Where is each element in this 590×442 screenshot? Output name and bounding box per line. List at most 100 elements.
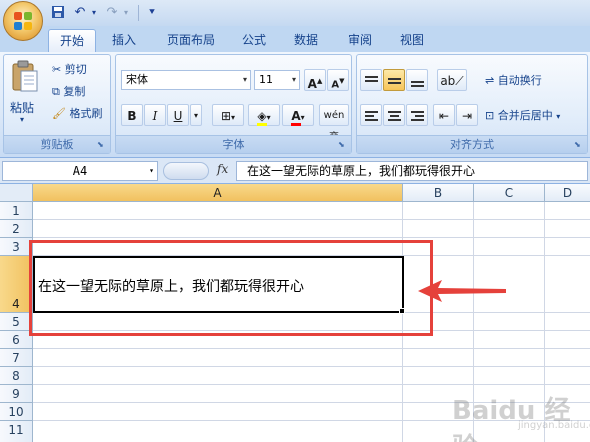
formula-bar-splitter[interactable] [163, 162, 209, 180]
clipboard-group-label: 剪贴板 [4, 135, 110, 153]
merge-center-dropdown-icon: ▾ [556, 112, 561, 121]
wrap-text-icon: ⇌ [485, 74, 495, 87]
paintbrush-icon: 🖌 [52, 107, 66, 120]
font-family-select[interactable]: 宋体 ▾ [121, 70, 251, 90]
align-left-button[interactable] [360, 104, 382, 126]
clipboard-group: 粘贴 ▾ ✂ 剪切 ⧉ 复制 🖌 格式刷 剪贴板 ⬊ [3, 54, 111, 154]
paste-button[interactable]: 粘贴 ▾ [10, 59, 42, 131]
paste-dropdown-icon: ▾ [20, 115, 25, 124]
borders-button[interactable]: ⊞▾ [212, 104, 244, 126]
align-center-button[interactable] [383, 104, 405, 126]
gridline [33, 366, 590, 367]
phonetic-button[interactable]: wén 变 [319, 104, 349, 143]
font-color-dropdown-icon: ▾ [300, 113, 305, 122]
row-header-1[interactable]: 1 [0, 202, 33, 220]
qat-separator [138, 5, 139, 21]
font-size-value: 11 [259, 73, 273, 86]
copy-button[interactable]: ⧉ 复制 [52, 83, 85, 99]
name-box-dropdown-icon: ▾ [149, 166, 154, 175]
paste-label: 粘贴 [10, 101, 35, 115]
format-painter-label: 格式刷 [69, 107, 103, 120]
insert-function-button[interactable]: fx [217, 162, 228, 176]
copy-icon: ⧉ [52, 85, 60, 98]
gridline [33, 384, 590, 385]
underline-dropdown-icon[interactable]: ▾ [190, 104, 202, 126]
tab-insert[interactable]: 插入 [102, 29, 146, 52]
shrink-font-button[interactable]: A▼ [327, 69, 349, 91]
grow-font-button[interactable]: A▲ [304, 69, 326, 91]
column-header-d[interactable]: D [545, 184, 590, 202]
decrease-indent-button[interactable]: ⇤ [433, 104, 455, 126]
office-logo-icon [14, 12, 34, 32]
cut-label: 剪切 [64, 63, 87, 76]
align-top-button[interactable] [360, 69, 382, 91]
column-header-c[interactable]: C [474, 184, 545, 202]
tab-page-layout[interactable]: 页面布局 [156, 29, 226, 52]
row-header-8[interactable]: 8 [0, 367, 33, 385]
align-right-button[interactable] [406, 104, 428, 126]
clipboard-launcher-icon[interactable]: ⬊ [97, 140, 107, 150]
italic-button[interactable]: I [144, 104, 166, 126]
merge-center-button[interactable]: ⊡ 合并后居中 ▾ [485, 107, 560, 123]
alignment-launcher-icon[interactable]: ⬊ [574, 140, 584, 150]
copy-label: 复制 [63, 85, 86, 98]
alignment-group: ab⟋ ⇌ 自动换行 ⇤ ⇥ ⊡ 合并后居中 ▾ 对齐方式 ⬊ [356, 54, 588, 154]
align-middle-button[interactable] [383, 69, 405, 91]
gridline [33, 237, 590, 238]
font-color-label: A [291, 109, 301, 126]
tab-data[interactable]: 数据 [284, 29, 328, 52]
row-header-7[interactable]: 7 [0, 349, 33, 367]
font-family-value: 宋体 [126, 73, 148, 86]
ribbon-tabs: 开始 插入 页面布局 公式 数据 审阅 视图 [0, 26, 590, 52]
column-header-a[interactable]: A [33, 184, 403, 202]
underline-button[interactable]: U [167, 104, 189, 126]
row-header-10[interactable]: 10 [0, 403, 33, 421]
font-launcher-icon[interactable]: ⬊ [338, 140, 348, 150]
tab-home[interactable]: 开始 [48, 29, 96, 52]
font-color-button[interactable]: A▾ [282, 104, 314, 126]
tab-view[interactable]: 视图 [390, 29, 434, 52]
tab-review[interactable]: 审阅 [338, 29, 382, 52]
redo-dropdown-icon[interactable]: ▾ [118, 5, 134, 21]
fill-color-button[interactable]: ◈▾ [248, 104, 280, 126]
cut-button[interactable]: ✂ 剪切 [52, 61, 87, 77]
wrap-text-button[interactable]: ⇌ 自动换行 [485, 72, 542, 88]
font-family-dropdown-icon: ▾ [242, 75, 247, 84]
orientation-icon: ab⟋ [440, 74, 464, 88]
undo-dropdown-icon[interactable]: ▾ [86, 5, 102, 21]
column-header-b[interactable]: B [403, 184, 474, 202]
row-header-2[interactable]: 2 [0, 220, 33, 238]
row-header-11[interactable]: 11 [0, 421, 33, 442]
merge-center-label: 合并后居中 [497, 109, 553, 122]
office-button[interactable] [3, 1, 43, 41]
decrease-indent-icon: ⇤ [438, 109, 450, 123]
orientation-button[interactable]: ab⟋ [437, 69, 467, 91]
font-size-select[interactable]: 11 ▾ [254, 70, 300, 90]
gridline [33, 348, 590, 349]
increase-indent-icon: ⇥ [461, 109, 473, 123]
wrap-text-label: 自动换行 [497, 74, 542, 87]
increase-indent-button[interactable]: ⇥ [456, 104, 478, 126]
watermark-text: Baidu 经验 [452, 396, 571, 442]
tab-formulas[interactable]: 公式 [232, 29, 276, 52]
bold-button[interactable]: B [121, 104, 143, 126]
scissors-icon: ✂ [52, 63, 62, 76]
shrink-font-label: A [331, 79, 340, 91]
customize-icon[interactable]: ⯆ [144, 5, 160, 21]
name-box-value: A4 [72, 164, 88, 178]
borders-icon: ⊞ [220, 109, 232, 123]
watermark-sub: jingyan.baidu.com [518, 420, 590, 431]
row-header-9[interactable]: 9 [0, 385, 33, 403]
align-bottom-button[interactable] [406, 69, 428, 91]
formula-input[interactable]: 在这一望无际的草原上，我们都玩得很开心 [236, 161, 588, 181]
alignment-group-label: 对齐方式 [357, 135, 587, 153]
save-icon[interactable] [50, 5, 66, 21]
select-all-corner[interactable] [0, 184, 33, 202]
font-group: 宋体 ▾ 11 ▾ A▲ A▼ B I U ▾ ⊞▾ ◈▾ A▾ wén 变 字… [115, 54, 352, 154]
gridline [33, 219, 590, 220]
font-group-label: 字体 [116, 135, 351, 153]
name-box[interactable]: A4 ▾ [2, 161, 158, 181]
merge-center-icon: ⊡ [485, 109, 495, 122]
format-painter-button[interactable]: 🖌 格式刷 [52, 105, 102, 121]
ribbon: 粘贴 ▾ ✂ 剪切 ⧉ 复制 🖌 格式刷 剪贴板 ⬊ 宋体 ▾ 11 ▾ A▲ … [0, 52, 590, 158]
